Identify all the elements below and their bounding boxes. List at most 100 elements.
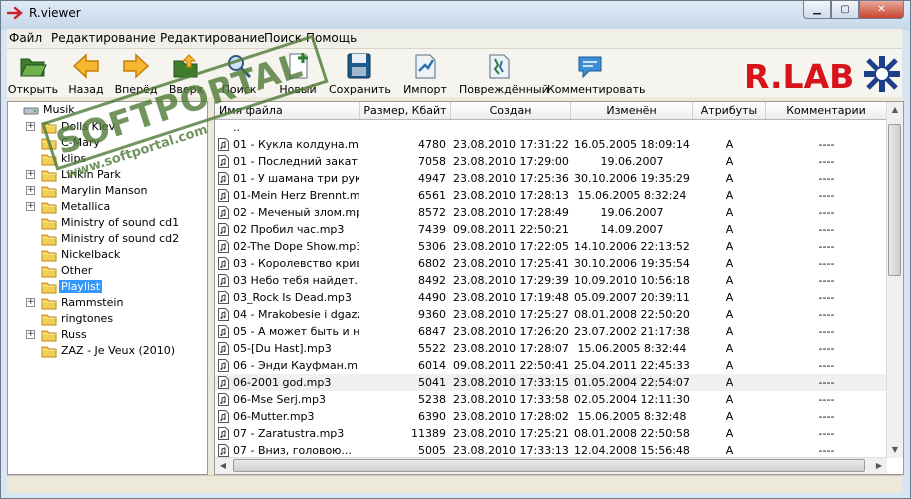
file-size: 6802 (418, 257, 446, 270)
open-button[interactable]: Открыть (7, 51, 59, 96)
menu-edit-2[interactable]: Редактирование (160, 31, 265, 45)
file-row[interactable]: 01 - Кукла колдуна.mp3 4780 23.08.2010 17:… (215, 136, 887, 153)
tree-item[interactable]: Ministry of sound cd2 (8, 231, 207, 247)
expand-icon[interactable]: + (26, 202, 35, 211)
expand-icon[interactable]: + (26, 186, 35, 195)
expand-icon[interactable]: + (26, 170, 35, 179)
search-button[interactable]: Поиск (219, 51, 259, 96)
close-button[interactable]: ✕ (859, 1, 904, 19)
file-row[interactable]: 06-Mse Serj.mp3 5238 23.08.2010 17:33:58 02… (215, 391, 887, 408)
forward-button[interactable]: Вперёд (113, 51, 159, 96)
tree-item[interactable]: ringtones (8, 311, 207, 327)
file-comment: ---- (818, 240, 835, 253)
back-button[interactable]: Назад (63, 51, 109, 96)
audio-file-icon (218, 427, 229, 440)
scroll-up-icon[interactable]: ▲ (887, 102, 903, 118)
file-row[interactable]: 04 - Mrakobesie i dgazz.... 9360 23.08.201… (215, 306, 887, 323)
column-comments[interactable]: Комментарии (766, 102, 887, 119)
file-row[interactable]: 06-2001 god.mp3 5041 23.08.2010 17:33:15 01… (215, 374, 887, 391)
menu-help[interactable]: Помощь (306, 31, 357, 45)
tree-item[interactable]: Ministry of sound cd1 (8, 215, 207, 231)
maximize-button[interactable]: ▢ (831, 1, 859, 19)
column-name[interactable]: Имя файла (215, 102, 360, 119)
tree-item[interactable]: ZAZ - Je Veux (2010) (8, 343, 207, 359)
file-attr: A (725, 393, 734, 406)
menu-edit[interactable]: Редактирование (51, 31, 156, 45)
column-created[interactable]: Создан (451, 102, 571, 119)
damaged-button[interactable]: Повреждённый (459, 51, 549, 96)
file-attr: A (725, 138, 734, 151)
up-button[interactable]: Вверх (165, 51, 207, 96)
audio-file-icon (218, 189, 229, 202)
vertical-scroll-thumb[interactable] (888, 124, 901, 276)
file-name: 02-The Dope Show.mp3 (233, 240, 359, 253)
tree-item-label: Linkin Park (61, 168, 121, 181)
scroll-right-icon[interactable]: ▶ (871, 458, 887, 474)
horizontal-scroll-thumb[interactable] (233, 459, 865, 472)
tree-item[interactable]: + Dolls Kiev (8, 119, 207, 135)
file-row[interactable]: 06 - Энди Кауфман.mp3 6014 09.08.2011 22:5… (215, 357, 887, 374)
file-row[interactable]: 01-Mein Herz Brennt.mp3 6561 23.08.2010 17… (215, 187, 887, 204)
column-size[interactable]: Размер, Кбайт (360, 102, 451, 119)
file-modified: 01.05.2004 22:54:07 (574, 376, 690, 389)
parent-dir-row[interactable]: .. (215, 119, 887, 136)
column-modified[interactable]: Изменён (571, 102, 693, 119)
vertical-scrollbar[interactable]: ▲ ▼ (886, 102, 903, 458)
menu-search[interactable]: Поиск (264, 31, 302, 45)
file-row[interactable]: 05-[Du Hast].mp3 5522 23.08.2010 17:28:07 1… (215, 340, 887, 357)
file-row[interactable]: 02-The Dope Show.mp3 5306 23.08.2010 17:22… (215, 238, 887, 255)
file-row[interactable]: 03 - Королевство крив... 6802 23.08.2010 1… (215, 255, 887, 272)
scroll-down-icon[interactable]: ▼ (887, 442, 903, 458)
file-name: 03 Небо тебя найдет.... (233, 274, 359, 287)
tree-item[interactable]: klips (8, 151, 207, 167)
expand-icon[interactable]: + (26, 330, 35, 339)
file-row[interactable]: 01 - Последний закат.... 7058 23.08.2010 1… (215, 153, 887, 170)
new-label: Новый (279, 83, 317, 96)
column-attributes[interactable]: Атрибуты (693, 102, 766, 119)
file-attr: A (725, 325, 734, 338)
tree-item[interactable]: C-Mary (8, 135, 207, 151)
expand-icon[interactable]: + (26, 298, 35, 307)
save-button[interactable]: Сохранить (329, 51, 391, 96)
tree-item[interactable]: Other (8, 263, 207, 279)
tree-item[interactable]: Nickelback (8, 247, 207, 263)
new-button[interactable]: Новый (277, 51, 319, 96)
comment-button[interactable]: Комментировать (547, 51, 645, 96)
title-bar[interactable]: R.viewer ▁ ▢ ✕ (1, 1, 910, 30)
import-icon (415, 54, 436, 79)
file-row[interactable]: 06-Mutter.mp3 6390 23.08.2010 17:28:02 15.0… (215, 408, 887, 425)
file-modified: 23.07.2002 21:17:38 (574, 325, 690, 338)
file-comment: ---- (818, 155, 835, 168)
horizontal-scrollbar[interactable]: ◀ ▶ (215, 457, 887, 474)
file-row[interactable]: 03 Небо тебя найдет.... 8492 23.08.2010 17… (215, 272, 887, 289)
tree-root-label[interactable]: Musik (41, 103, 77, 116)
file-row[interactable]: 01 - У шамана три рук... 4947 23.08.2010 1… (215, 170, 887, 187)
file-size: 6390 (418, 410, 446, 423)
file-created: 09.08.2011 22:50:21 (453, 223, 569, 236)
file-row[interactable]: 07 - Zaratustra.mp3 11389 23.08.2010 17:25… (215, 425, 887, 442)
folder-tree[interactable]: Musik + Dolls Kiev C-Mary klips + Linkin Park… (7, 101, 208, 475)
file-name: 07 - Zaratustra.mp3 (233, 427, 345, 440)
file-row[interactable]: 02 - Меченый злом.mp3 8572 23.08.2010 17:2… (215, 204, 887, 221)
menu-file[interactable]: Файл (9, 31, 42, 45)
file-row[interactable]: 05 - А может быть и н.... 6847 23.08.2010 … (215, 323, 887, 340)
folder-icon (41, 314, 57, 326)
tree-item[interactable]: + Rammstein (8, 295, 207, 311)
tree-item[interactable]: + Linkin Park (8, 167, 207, 183)
tree-item[interactable]: + Marylin Manson (8, 183, 207, 199)
scroll-left-icon[interactable]: ◀ (215, 458, 231, 474)
audio-file-icon (218, 291, 229, 304)
tree-item[interactable]: Playlist (8, 279, 207, 295)
minimize-button[interactable]: ▁ (803, 1, 831, 19)
file-list[interactable]: Имя файла Размер, Кбайт Создан Изменён А… (214, 101, 904, 475)
file-row[interactable]: 02 Пробил час.mp3 7439 09.08.2011 22:50:21… (215, 221, 887, 238)
expand-icon[interactable]: + (26, 122, 35, 131)
file-comment: ---- (818, 223, 835, 236)
tree-item[interactable]: + Russ (8, 327, 207, 343)
file-row[interactable]: 03_Rock Is Dead.mp3 4490 23.08.2010 17:19:… (215, 289, 887, 306)
file-attr: A (725, 427, 734, 440)
tree-item[interactable]: + Metallica (8, 199, 207, 215)
import-button[interactable]: Импорт (401, 51, 449, 96)
file-name: 06-Mutter.mp3 (233, 410, 315, 423)
floppy-disk-icon (347, 53, 371, 79)
